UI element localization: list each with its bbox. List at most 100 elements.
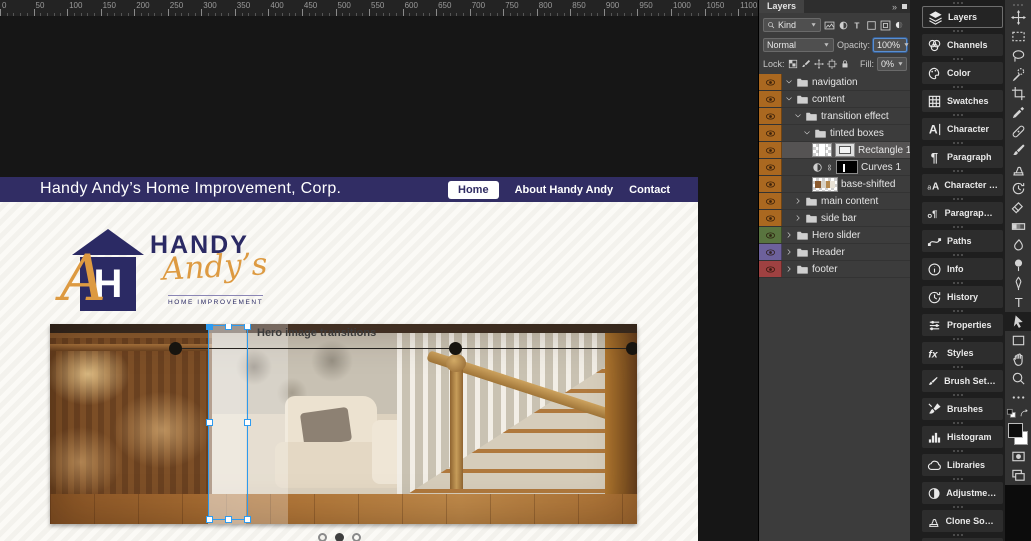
mask-thumbnail[interactable] <box>836 160 858 174</box>
panel-tab-libraries[interactable]: Libraries <box>922 454 1003 476</box>
panel-tab-paths[interactable]: Paths <box>922 230 1003 252</box>
marquee-tool[interactable] <box>1005 27 1031 46</box>
chevron-down-icon[interactable] <box>803 129 811 137</box>
visibility-eye-icon[interactable] <box>759 261 782 277</box>
visibility-eye-icon[interactable] <box>759 176 782 192</box>
chevron-down-icon[interactable] <box>785 78 793 86</box>
panel-tab-paragraph[interactable]: ¶ Paragraph <box>922 146 1003 168</box>
quick-mask-button[interactable] <box>1005 447 1031 466</box>
panel-tab-character[interactable]: A Character <box>922 118 1003 140</box>
visibility-eye-icon[interactable] <box>759 91 782 107</box>
clone-stamp-tool[interactable] <box>1005 160 1031 179</box>
panel-tab-brush-setting[interactable]: Brush Setting... <box>922 370 1003 392</box>
toolbar-handle[interactable] <box>1013 4 1023 6</box>
panel-tab-paragraph-st[interactable]: ¶Paragraph St... <box>922 202 1003 224</box>
panel-tab-clone-source[interactable]: Clone Source <box>922 510 1003 532</box>
history-brush-tool[interactable] <box>1005 179 1031 198</box>
panel-tab-properties[interactable]: Properties <box>922 314 1003 336</box>
chevron-right-icon[interactable] <box>785 248 793 256</box>
visibility-eye-icon[interactable] <box>759 210 782 226</box>
default-colors-icon[interactable] <box>1006 408 1017 419</box>
nav-about-link[interactable]: About Handy Andy <box>515 184 614 196</box>
visibility-eye-icon[interactable] <box>759 193 782 209</box>
hand-tool[interactable] <box>1005 350 1031 369</box>
more-tools[interactable] <box>1005 388 1031 407</box>
visibility-eye-icon[interactable] <box>759 159 782 175</box>
zoom-tool[interactable] <box>1005 369 1031 388</box>
chevron-right-icon[interactable] <box>794 197 802 205</box>
selection-handle[interactable] <box>225 516 232 523</box>
lasso-tool[interactable] <box>1005 46 1031 65</box>
lock-icons[interactable] <box>788 59 850 69</box>
panel-tab-styles[interactable]: fx Styles <box>922 342 1003 364</box>
layer-row[interactable]: footer <box>759 261 911 278</box>
chevron-right-icon[interactable] <box>794 214 802 222</box>
opacity-input[interactable]: 100% ▼ <box>873 38 910 52</box>
filter-toggle[interactable] <box>894 20 904 30</box>
panel-tab-histogram[interactable]: Histogram <box>922 426 1003 448</box>
website-canvas[interactable]: Handy Andy’s Home Improvement, Corp. Hom… <box>0 177 698 541</box>
swap-colors-icon[interactable] <box>1019 408 1030 419</box>
nav-home-button[interactable]: Home <box>448 181 499 199</box>
panel-tab-layers[interactable]: Layers <box>922 6 1003 28</box>
selection-handle[interactable] <box>206 516 213 523</box>
lock-transparent-icon[interactable] <box>788 59 798 69</box>
layer-thumbnail[interactable] <box>812 176 838 192</box>
layer-row[interactable]: Curves 1 <box>759 159 911 176</box>
type-tool[interactable]: T <box>1005 293 1031 312</box>
panel-tab-swatches[interactable]: Swatches <box>922 90 1003 112</box>
eyedropper-tool[interactable] <box>1005 103 1031 122</box>
panel-tab-history[interactable]: History <box>922 286 1003 308</box>
selection-handle[interactable] <box>206 324 213 330</box>
selection-handle[interactable] <box>244 516 251 523</box>
lock-paint-icon[interactable] <box>801 59 811 69</box>
visibility-eye-icon[interactable] <box>759 227 782 243</box>
visibility-eye-icon[interactable] <box>759 244 782 260</box>
selection-handle[interactable] <box>225 324 232 330</box>
layers-panel-tab[interactable]: Layers <box>759 0 805 13</box>
layer-row[interactable]: Hero slider <box>759 227 911 244</box>
chevron-right-icon[interactable] <box>785 265 793 273</box>
chevron-down-icon[interactable] <box>794 112 802 120</box>
visibility-eye-icon[interactable] <box>759 125 782 141</box>
gradient-tool[interactable] <box>1005 217 1031 236</box>
dodge-tool[interactable] <box>1005 255 1031 274</box>
lock-all-icon[interactable] <box>840 59 850 69</box>
filter-icons[interactable]: T <box>824 20 904 31</box>
layer-row[interactable]: base-shifted <box>759 176 911 193</box>
adjustment-filter-icon[interactable] <box>838 20 849 31</box>
panel-tab-brushes[interactable]: Brushes <box>922 398 1003 420</box>
selection-handle[interactable] <box>244 419 251 426</box>
move-tool[interactable] <box>1005 8 1031 27</box>
panel-tab-info[interactable]: Info <box>922 258 1003 280</box>
panel-tab-color[interactable]: Color <box>922 62 1003 84</box>
crop-tool[interactable] <box>1005 84 1031 103</box>
layer-row[interactable]: main content <box>759 193 911 210</box>
vector-mask-thumbnail[interactable] <box>835 143 855 157</box>
lock-artboard-icon[interactable] <box>826 59 837 69</box>
visibility-eye-icon[interactable] <box>759 74 782 90</box>
pixel-filter-icon[interactable] <box>824 20 835 31</box>
brush-tool[interactable] <box>1005 141 1031 160</box>
selection-handle[interactable] <box>244 324 251 330</box>
smudge-tool[interactable] <box>1005 236 1031 255</box>
layer-row[interactable]: Rectangle 1 <box>759 142 911 159</box>
shape-filter-icon[interactable] <box>866 20 877 31</box>
layer-row[interactable]: content <box>759 91 911 108</box>
pagination-dot[interactable] <box>318 533 327 541</box>
layer-row[interactable]: transition effect <box>759 108 911 125</box>
healing-brush-tool[interactable] <box>1005 122 1031 141</box>
panel-tab-adjustments[interactable]: Adjustments <box>922 482 1003 504</box>
panel-tab-character-sty[interactable]: aACharacter Sty... <box>922 174 1003 196</box>
path-select-tool[interactable] <box>1005 312 1031 331</box>
selection-handle[interactable] <box>206 419 213 426</box>
pen-tool[interactable] <box>1005 274 1031 293</box>
panel-menu-icon[interactable] <box>902 4 907 9</box>
quick-selection-tool[interactable] <box>1005 65 1031 84</box>
slider-pagination-dots[interactable] <box>318 533 361 541</box>
layer-row[interactable]: tinted boxes <box>759 125 911 142</box>
blend-mode-dropdown[interactable]: Normal ▼ <box>763 38 834 52</box>
visibility-eye-icon[interactable] <box>759 142 782 158</box>
chevron-right-icon[interactable] <box>785 231 793 239</box>
eraser-tool[interactable] <box>1005 198 1031 217</box>
